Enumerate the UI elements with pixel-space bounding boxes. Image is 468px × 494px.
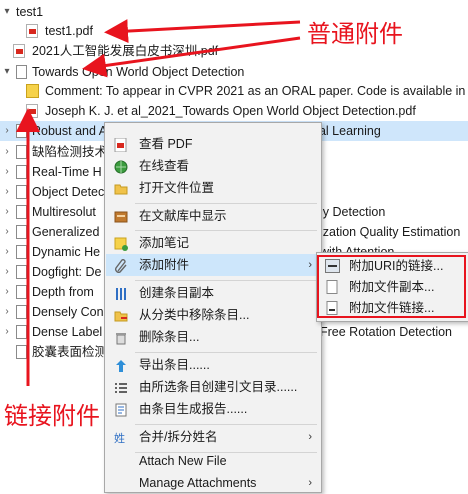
expand-caret[interactable]: › xyxy=(2,242,12,262)
document-icon xyxy=(16,185,27,199)
expand-caret[interactable]: ▾ xyxy=(2,62,12,82)
menu-generate-report[interactable]: 由条目生成报告...... xyxy=(106,398,320,420)
tree-row-label: Object Detec xyxy=(32,185,105,199)
tree-row-attachment[interactable]: Joseph K. J. et al_2021_Towards Open Wor… xyxy=(0,101,468,121)
menu-remove-from-collection[interactable]: 从分类中移除条目... xyxy=(106,304,320,326)
menu-duplicate-item[interactable]: 创建条目副本 xyxy=(106,282,320,304)
tree-row-label: 2021人工智能发展白皮书深圳.pdf xyxy=(32,44,219,58)
menu-add-note[interactable]: 添加笔记 xyxy=(106,232,320,254)
submenu-arrow-icon: › xyxy=(308,431,312,443)
menu-show-in-library[interactable]: 在文献库中显示 xyxy=(106,205,320,227)
expand-caret[interactable]: › xyxy=(2,142,12,162)
bibliography-icon xyxy=(114,380,128,394)
document-icon xyxy=(16,345,27,359)
menu-open-file-location[interactable]: 打开文件位置 xyxy=(106,177,320,199)
document-icon xyxy=(16,205,27,219)
annotation-normal-attachment: 普通附件 xyxy=(307,20,403,48)
expand-caret[interactable]: ▾ xyxy=(2,2,12,22)
tree-row-label-tail: Free Rotation Detection xyxy=(320,325,453,339)
submenu-arrow-icon: › xyxy=(308,477,312,489)
menu-attach-new-file[interactable]: Attach New File xyxy=(106,450,320,472)
expand-caret[interactable]: › xyxy=(2,302,12,322)
tree-row-label: Joseph K. J. et al_2021_Towards Open Wor… xyxy=(45,104,416,118)
menu-view-online[interactable]: 在线查看 xyxy=(106,155,320,177)
pdf-icon xyxy=(114,137,128,153)
tree-row-label: Generalized xyxy=(32,225,100,239)
menu-merge-split-names[interactable]: 姓 合并/拆分姓名 › xyxy=(106,426,320,448)
note-add-icon xyxy=(114,236,128,251)
tree-row-label: test1 xyxy=(16,5,44,19)
tree-row-label: Real-Time H xyxy=(32,165,102,179)
document-icon xyxy=(16,325,27,339)
annotation-highlight-box xyxy=(317,255,466,318)
menu-create-bibliography[interactable]: 由所选条目创建引文目录...... xyxy=(106,376,320,398)
submenu-arrow-icon: › xyxy=(308,259,312,271)
menu-manage-attachments[interactable]: Manage Attachments › xyxy=(106,472,320,494)
document-icon xyxy=(16,305,27,319)
pdf-icon xyxy=(26,24,38,38)
menu-separator xyxy=(135,230,317,231)
tree-row-label: Depth from xyxy=(32,285,94,299)
expand-caret[interactable]: › xyxy=(2,182,12,202)
tree-row-label: Densely Con xyxy=(32,305,104,319)
folder-icon xyxy=(114,181,128,195)
tree-row-label: 胶囊表面检测 xyxy=(32,345,108,359)
export-icon xyxy=(114,358,128,372)
note-icon xyxy=(26,84,39,98)
expand-caret[interactable]: › xyxy=(2,322,12,342)
document-icon xyxy=(16,285,27,299)
pdf-link-icon xyxy=(26,104,38,118)
library-icon xyxy=(114,209,128,223)
document-icon xyxy=(16,124,27,138)
tree-row-label: Dense Label xyxy=(32,325,103,339)
document-icon xyxy=(16,265,27,279)
document-icon xyxy=(16,225,27,239)
menu-export-item[interactable]: 导出条目...... xyxy=(106,354,320,376)
menu-separator xyxy=(135,424,317,425)
expand-caret[interactable]: › xyxy=(2,121,12,141)
context-menu: 查看 PDF 在线查看 打开文件位置 在文献库中显示 添加笔记 添加附件 › 创… xyxy=(104,122,322,493)
menu-delete-item[interactable]: 删除条目... xyxy=(106,326,320,348)
menu-separator xyxy=(135,352,317,353)
duplicate-icon xyxy=(114,286,128,300)
document-icon xyxy=(16,65,27,79)
document-icon xyxy=(16,165,27,179)
trash-icon xyxy=(114,330,128,345)
document-icon xyxy=(16,245,27,259)
expand-caret[interactable]: › xyxy=(2,162,12,182)
tree-row-label-tail: ization Quality Estimation xyxy=(320,225,461,239)
tree-row-note[interactable]: Comment: To appear in CVPR 2021 as an OR… xyxy=(0,81,468,101)
tree-row-label: Comment: To appear in CVPR 2021 as an OR… xyxy=(45,84,466,98)
folder-remove-icon xyxy=(114,308,128,322)
menu-add-attachment[interactable]: 添加附件 › xyxy=(106,254,320,276)
tree-row-label: Dynamic He xyxy=(32,245,101,259)
tree-row-label-tail: ly Detection xyxy=(320,205,386,219)
expand-caret[interactable]: › xyxy=(2,202,12,222)
annotation-link-attachment: 链接附件 xyxy=(4,402,100,430)
expand-caret[interactable]: › xyxy=(2,262,12,282)
document-icon xyxy=(16,145,27,159)
tree-row-label: Dogfight: De xyxy=(32,265,102,279)
expand-caret[interactable]: › xyxy=(2,282,12,302)
tree-row-item[interactable]: ▾ Towards Open World Object Detection xyxy=(0,62,468,82)
tree-row-label: Multiresolut xyxy=(32,205,96,219)
tree-row-label: 缺陷检测技术 xyxy=(32,145,108,159)
svg-text:姓: 姓 xyxy=(114,431,125,445)
names-icon: 姓 xyxy=(114,430,128,445)
menu-separator xyxy=(135,203,317,204)
tree-row-label: test1.pdf xyxy=(45,24,93,38)
globe-icon xyxy=(114,159,128,174)
report-icon xyxy=(114,402,128,417)
menu-separator xyxy=(135,280,317,281)
paperclip-icon xyxy=(114,258,128,273)
tree-row-label: Towards Open World Object Detection xyxy=(32,65,245,79)
expand-caret[interactable]: › xyxy=(2,222,12,242)
pdf-icon xyxy=(13,44,25,58)
menu-view-pdf[interactable]: 查看 PDF xyxy=(106,133,320,155)
